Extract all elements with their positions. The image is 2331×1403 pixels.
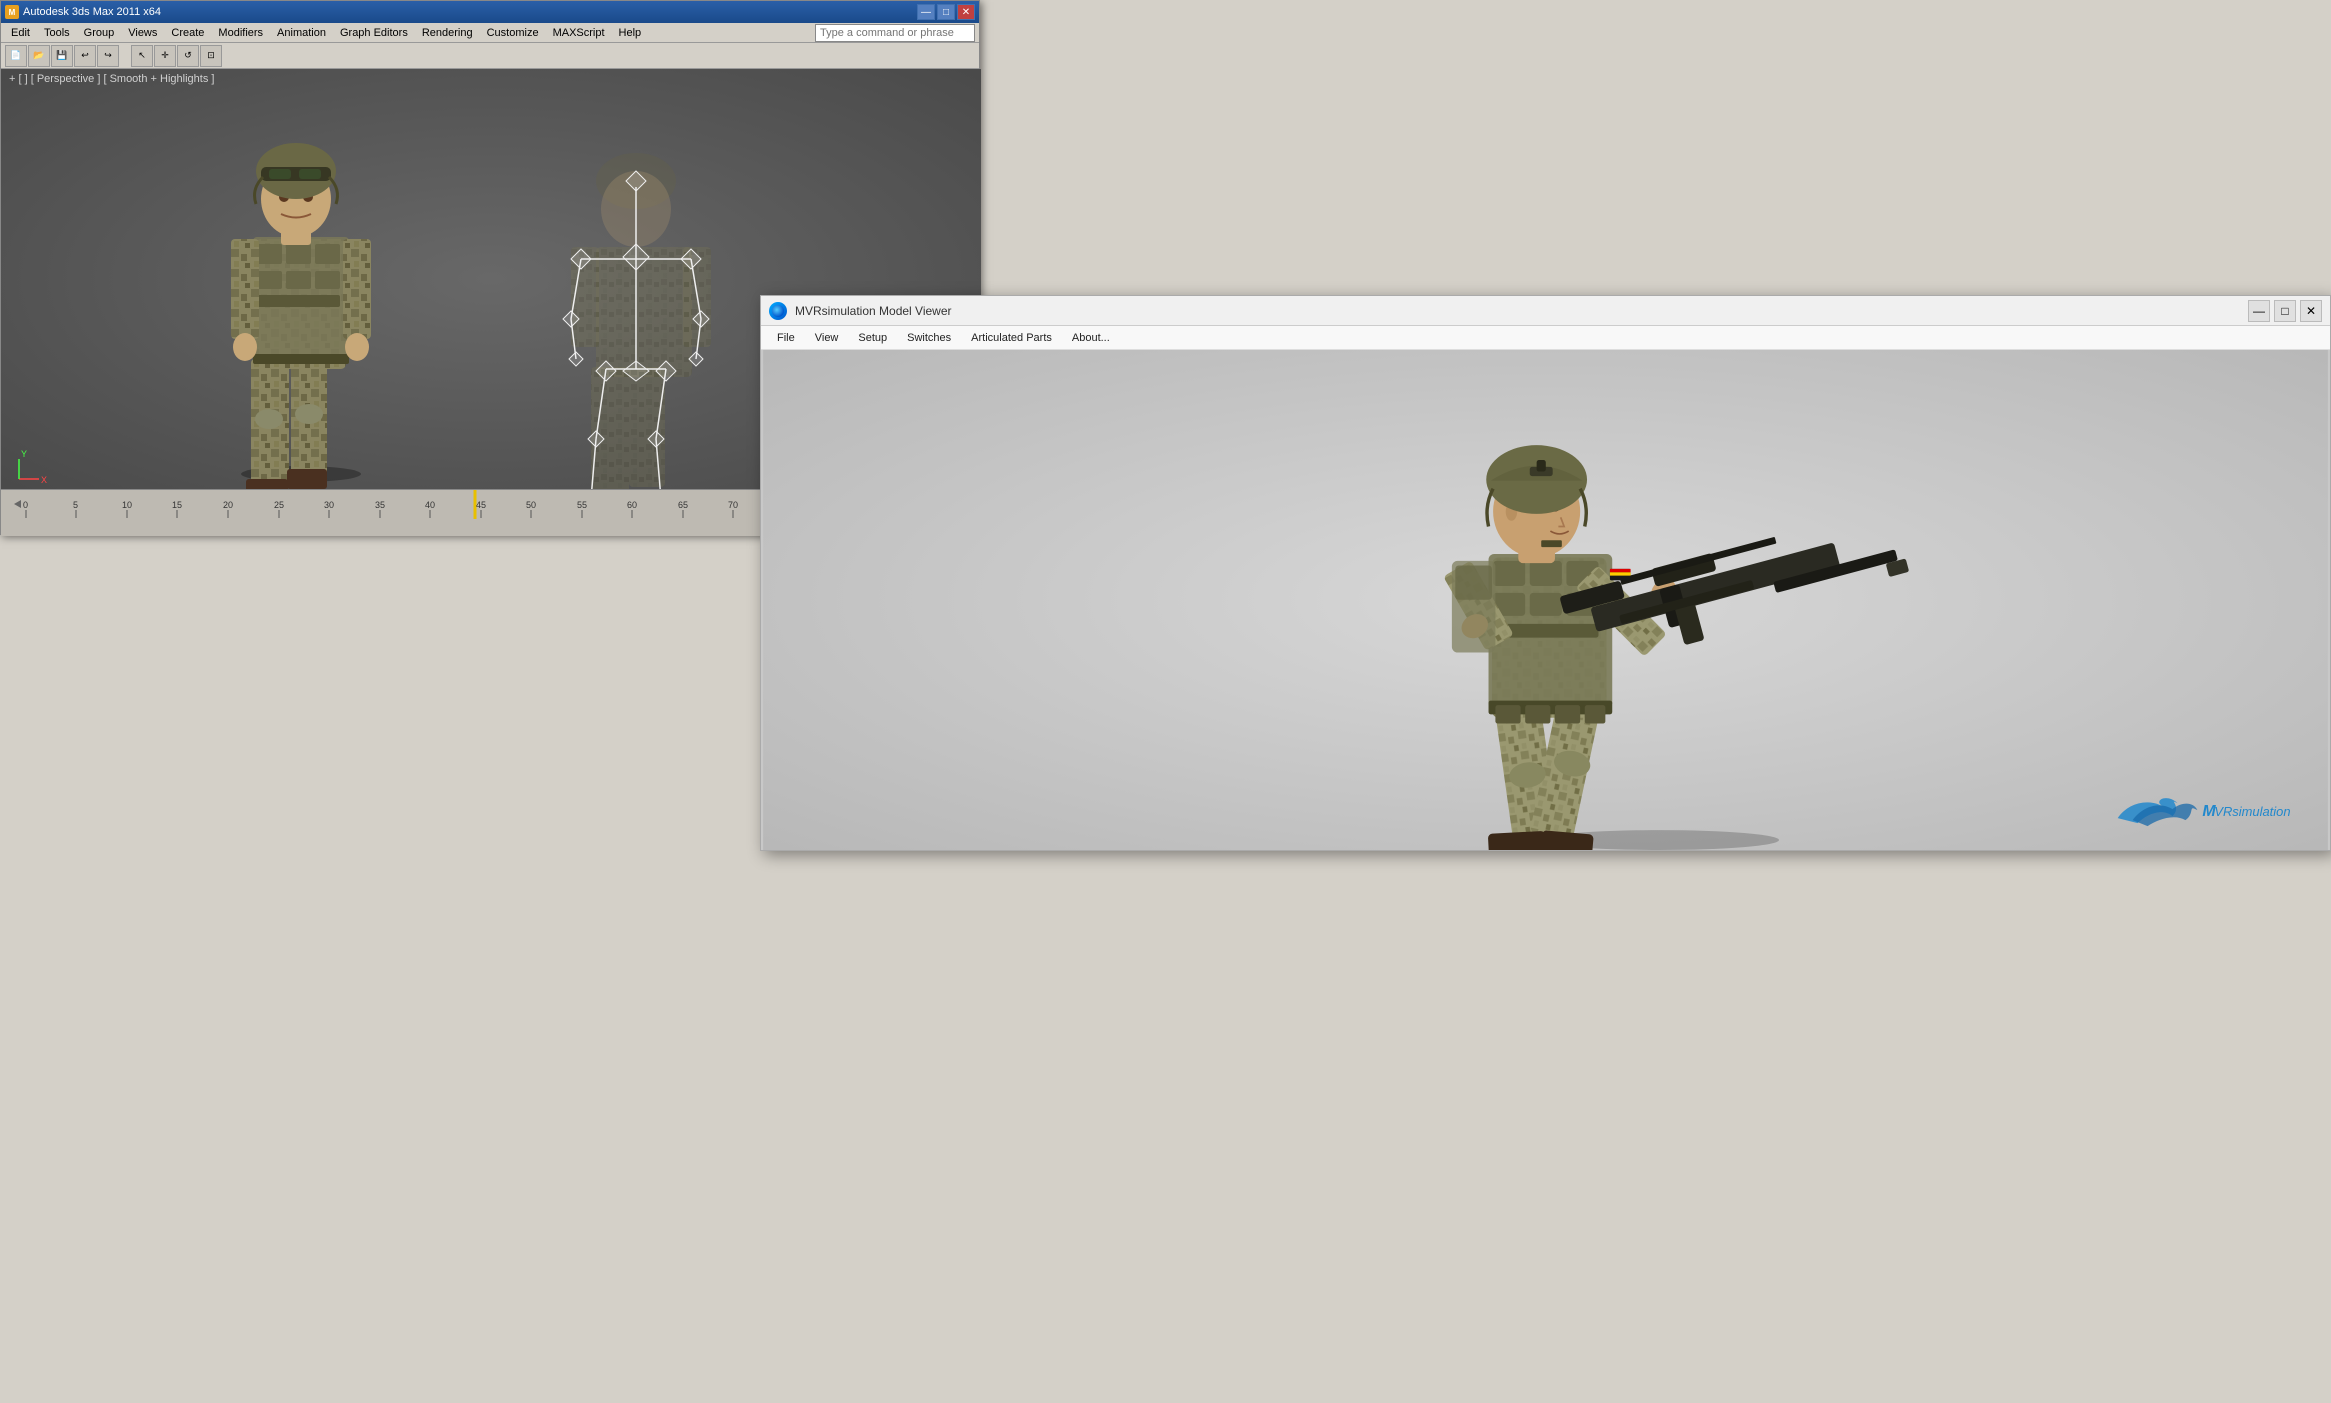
menu-modifiers[interactable]: Modifiers (212, 25, 269, 41)
svg-text:5: 5 (73, 500, 78, 510)
mvr-menu-file[interactable]: File (769, 330, 803, 346)
svg-text:55: 55 (577, 500, 587, 510)
mvr-titlebar: MVRsimulation Model Viewer — □ ✕ (761, 296, 2330, 326)
toolbar-move[interactable]: ✛ (154, 45, 176, 67)
viewport-label: + [ ] [ Perspective ] [ Smooth + Highlig… (9, 73, 214, 85)
max-minimize-button[interactable]: — (917, 4, 935, 20)
mvr-menu-view[interactable]: View (807, 330, 847, 346)
mvr-viewport-svg: M VRsimulation (761, 350, 2330, 850)
max-maximize-button[interactable]: □ (937, 4, 955, 20)
max-menubar: Edit Tools Group Views Create Modifiers … (1, 23, 979, 43)
mvr-menu-setup[interactable]: Setup (850, 330, 895, 346)
menu-group[interactable]: Group (78, 25, 121, 41)
svg-text:25: 25 (274, 500, 284, 510)
mvr-menu-about[interactable]: About... (1064, 330, 1118, 346)
toolbar-rotate[interactable]: ↺ (177, 45, 199, 67)
menu-maxscript[interactable]: MAXScript (547, 25, 611, 41)
svg-text:15: 15 (172, 500, 182, 510)
mvr-menubar: File View Setup Switches Articulated Par… (761, 326, 2330, 350)
mvr-minimize-button[interactable]: — (2248, 300, 2270, 322)
mvr-window: MVRsimulation Model Viewer — □ ✕ File Vi… (760, 295, 2331, 851)
svg-text:VRsimulation: VRsimulation (2214, 804, 2290, 819)
svg-text:X: X (41, 475, 47, 485)
mvr-maximize-button[interactable]: □ (2274, 300, 2296, 322)
svg-text:30: 30 (324, 500, 334, 510)
toolbar-scale[interactable]: ⊡ (200, 45, 222, 67)
toolbar-new[interactable]: 📄 (5, 45, 27, 67)
mvr-logo-icon (769, 302, 787, 320)
menu-edit[interactable]: Edit (5, 25, 36, 41)
toolbar-save[interactable]: 💾 (51, 45, 73, 67)
menu-help[interactable]: Help (613, 25, 648, 41)
menu-views[interactable]: Views (122, 25, 163, 41)
toolbar-select[interactable]: ↖ (131, 45, 153, 67)
max-app-icon: M (5, 5, 19, 19)
menu-graph-editors[interactable]: Graph Editors (334, 25, 414, 41)
menu-create[interactable]: Create (165, 25, 210, 41)
svg-text:10: 10 (122, 500, 132, 510)
menu-customize[interactable]: Customize (481, 25, 545, 41)
max-titlebar-left: M Autodesk 3ds Max 2011 x64 (5, 5, 161, 19)
svg-text:60: 60 (627, 500, 637, 510)
mvr-window-title: MVRsimulation Model Viewer (795, 304, 952, 318)
menu-tools[interactable]: Tools (38, 25, 76, 41)
svg-text:65: 65 (678, 500, 688, 510)
max-toolbar: 📄 📂 💾 ↩ ↪ ↖ ✛ ↺ ⊡ (1, 43, 979, 69)
svg-text:50: 50 (526, 500, 536, 510)
toolbar-open[interactable]: 📂 (28, 45, 50, 67)
svg-text:Y: Y (21, 449, 27, 459)
toolbar-undo[interactable]: ↩ (74, 45, 96, 67)
mvr-menu-switches[interactable]: Switches (899, 330, 959, 346)
mvr-content: M VRsimulation (761, 350, 2330, 850)
svg-text:40: 40 (425, 500, 435, 510)
mvr-titlebar-left: MVRsimulation Model Viewer (769, 302, 952, 320)
svg-text:0: 0 (23, 500, 28, 510)
max-close-button[interactable]: ✕ (957, 4, 975, 20)
toolbar-redo[interactable]: ↪ (97, 45, 119, 67)
svg-text:45: 45 (476, 500, 486, 510)
menu-rendering[interactable]: Rendering (416, 25, 479, 41)
max-search-input[interactable] (815, 24, 975, 42)
mvr-menu-articulated-parts[interactable]: Articulated Parts (963, 330, 1060, 346)
menu-animation[interactable]: Animation (271, 25, 332, 41)
max-titlebar: M Autodesk 3ds Max 2011 x64 — □ ✕ (1, 1, 979, 23)
mvr-titlebar-controls: — □ ✕ (2248, 300, 2322, 322)
max-window-title: Autodesk 3ds Max 2011 x64 (23, 6, 161, 18)
svg-text:20: 20 (223, 500, 233, 510)
svg-text:70: 70 (728, 500, 738, 510)
max-titlebar-controls: — □ ✕ (917, 4, 975, 20)
mvr-close-button[interactable]: ✕ (2300, 300, 2322, 322)
svg-text:35: 35 (375, 500, 385, 510)
